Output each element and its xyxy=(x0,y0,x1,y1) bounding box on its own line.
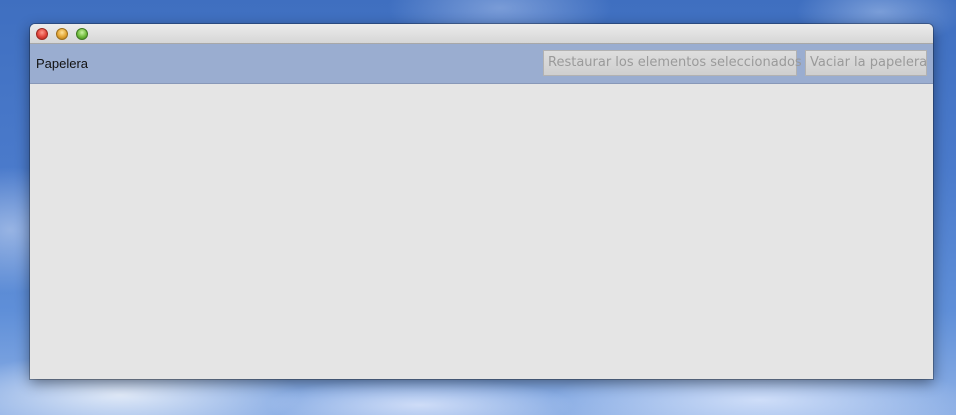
trash-content-area[interactable] xyxy=(30,84,933,379)
desktop-background: Papelera Restaurar los elementos selecci… xyxy=(0,0,956,415)
empty-trash-button[interactable]: Vaciar la papelera xyxy=(805,50,927,76)
trash-window: Papelera Restaurar los elementos selecci… xyxy=(30,24,933,379)
close-window-icon[interactable] xyxy=(36,28,48,40)
toolbar: Papelera Restaurar los elementos selecci… xyxy=(30,44,933,84)
minimize-window-icon[interactable] xyxy=(56,28,68,40)
zoom-window-icon[interactable] xyxy=(76,28,88,40)
restore-selected-button[interactable]: Restaurar los elementos seleccionados xyxy=(543,50,802,76)
page-title: Papelera xyxy=(36,56,89,71)
window-titlebar[interactable] xyxy=(30,24,933,44)
